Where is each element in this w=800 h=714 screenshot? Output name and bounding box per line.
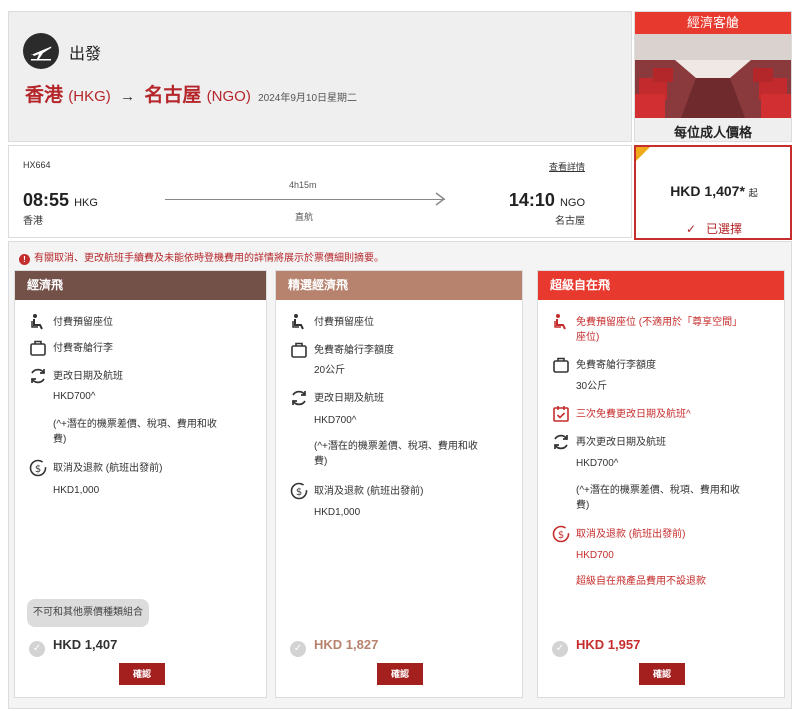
change-fee: HKD700^: [314, 415, 357, 426]
no-refund-note: 超級自在飛產品費用不設退款: [576, 576, 706, 587]
change-note-line-2: 費): [53, 434, 67, 445]
flight-duration: 4h15m: [289, 180, 317, 190]
cabin-box: 經濟客艙 每位成人價格: [634, 11, 792, 142]
check-icon: ✓: [685, 222, 697, 236]
baggage-weight: 30公斤: [576, 381, 608, 392]
svg-text:$: $: [296, 487, 302, 498]
direct-label: 直航: [295, 212, 314, 222]
refund-icon: $: [29, 459, 47, 477]
fare-options: ! 有關取消、更改航班手續費及未能依時登機費用的詳情將展示於票價細則摘要。 經濟飛…: [8, 241, 792, 709]
fare-price: ✓ HKD 1,957: [552, 637, 640, 657]
confirm-button[interactable]: 確認: [377, 663, 423, 685]
seat-icon: [31, 314, 43, 330]
refresh-icon: [292, 390, 306, 406]
price-from: 起: [748, 188, 758, 198]
cabin-image: [635, 34, 791, 118]
depart-label: 出發: [69, 46, 102, 63]
selected-price-box[interactable]: HKD 1,407* 起 ✓ 已選擇: [634, 145, 792, 240]
change-note-line-1: (^+潛在的機票差價、稅項、費用和收: [576, 485, 740, 496]
calendar-check-icon: [553, 406, 569, 422]
fare-name: 經濟飛: [15, 271, 266, 300]
no-combine-badge: 不可和其他票價種類組合: [27, 599, 149, 627]
confirm-button[interactable]: 確認: [639, 663, 685, 685]
refresh-icon: [31, 368, 45, 384]
svg-text:$: $: [558, 530, 564, 541]
baggage-weight: 20公斤: [314, 365, 346, 376]
departure-code: HKG: [74, 197, 98, 209]
selected-indicator: ✓ 已選擇: [636, 220, 790, 237]
cancel-fee: HKD1,000: [53, 485, 100, 496]
departure-time: 08:55 HKG: [23, 190, 98, 211]
check-circle-icon: ✓: [29, 641, 45, 657]
change-note-line-1: (^+潛在的機票差價、稅項、費用和收: [314, 441, 478, 452]
route-arrow: →: [120, 88, 136, 105]
departure-city: 香港: [23, 216, 43, 227]
cancel-fee: HKD700: [576, 550, 614, 561]
price-value: HKD 1,407*: [670, 183, 745, 199]
fare-card-super-flex: 超級自在飛 免費預留座位 (不適用於「尊享空間」 座位) 免費寄艙行李額度 30…: [537, 270, 785, 698]
departure-time-value: 08:55: [23, 190, 70, 210]
refresh-icon: [554, 434, 568, 450]
flight-date: 2024年9月10日星期二: [258, 93, 358, 104]
fare-name: 精選經濟飛: [276, 271, 522, 300]
arrival-time-value: 14:10: [508, 190, 555, 210]
check-circle-icon: ✓: [552, 641, 568, 657]
change-note-line-2: 費): [576, 500, 590, 511]
luggage-icon: [553, 357, 569, 373]
svg-text:$: $: [35, 464, 41, 475]
seat-icon: [554, 314, 566, 330]
corner-flag: [636, 147, 650, 161]
seat-note: 座位): [576, 332, 600, 343]
price-amount: HKD 1,407* 起: [636, 183, 790, 199]
flight-line: [165, 199, 445, 200]
check-circle-icon: ✓: [290, 641, 306, 657]
view-details-link[interactable]: 查看詳情: [549, 160, 585, 173]
cabin-title: 經濟客艙: [635, 12, 791, 34]
fare-price: ✓ HKD 1,827: [290, 637, 378, 657]
fare-name: 超級自在飛: [538, 271, 784, 300]
change-fee: HKD700^: [53, 391, 96, 402]
dest-city: 名古屋: [144, 85, 202, 106]
change-note-line-1: (^+潛在的機票差價、稅項、費用和收: [53, 419, 217, 430]
arrival-code: NGO: [559, 197, 585, 209]
luggage-icon: [30, 340, 46, 356]
arrow-right-icon: [435, 192, 446, 206]
flight-number: HX664: [23, 160, 51, 170]
flight-header: 出發 香港 (HKG) → 名古屋 (NGO) 2024年9月10日星期二: [8, 11, 632, 142]
origin-city: 香港: [25, 85, 64, 106]
fee-notice: ! 有關取消、更改航班手續費及未能依時登機費用的詳情將展示於票價細則摘要。: [19, 249, 384, 265]
fare-card-premium-economy: 精選經濟飛 付費預留座位 免費寄艙行李額度 20公斤 更改日期及航班 HKD70…: [275, 270, 523, 698]
luggage-icon: [291, 342, 307, 358]
fare-price: ✓ HKD 1,407: [29, 637, 117, 657]
selected-label: 已選擇: [706, 222, 743, 236]
arrival-time: 14:10 NGO: [509, 190, 585, 211]
refund-icon: $: [552, 525, 570, 543]
cancel-fee: HKD1,000: [314, 507, 361, 518]
arrival-city: 名古屋: [555, 216, 585, 227]
fare-card-economy: 經濟飛 付費預留座位 付費寄艙行李 更改日期及航班 HKD700^ (^+潛在的…: [14, 270, 267, 698]
fee-notice-text: 有關取消、更改航班手續費及未能依時登機費用的詳情將展示於票價細則摘要。: [34, 253, 384, 264]
refund-icon: $: [290, 482, 308, 500]
change-fee: HKD700^: [576, 458, 619, 469]
origin-code: (HKG): [68, 88, 111, 105]
alert-icon: !: [19, 254, 30, 265]
price-per-adult-label: 每位成人價格: [673, 125, 752, 140]
flight-row[interactable]: HX664 08:55 HKG 香港 4h15m 直航 查看詳情 14:10 N…: [8, 145, 632, 238]
change-note-line-2: 費): [314, 456, 328, 467]
route: 香港 (HKG) → 名古屋 (NGO) 2024年9月10日星期二: [25, 80, 357, 107]
confirm-button[interactable]: 確認: [119, 663, 165, 685]
seat-icon: [292, 314, 304, 330]
dest-code: (NGO): [206, 88, 251, 105]
takeoff-icon: [23, 33, 59, 69]
